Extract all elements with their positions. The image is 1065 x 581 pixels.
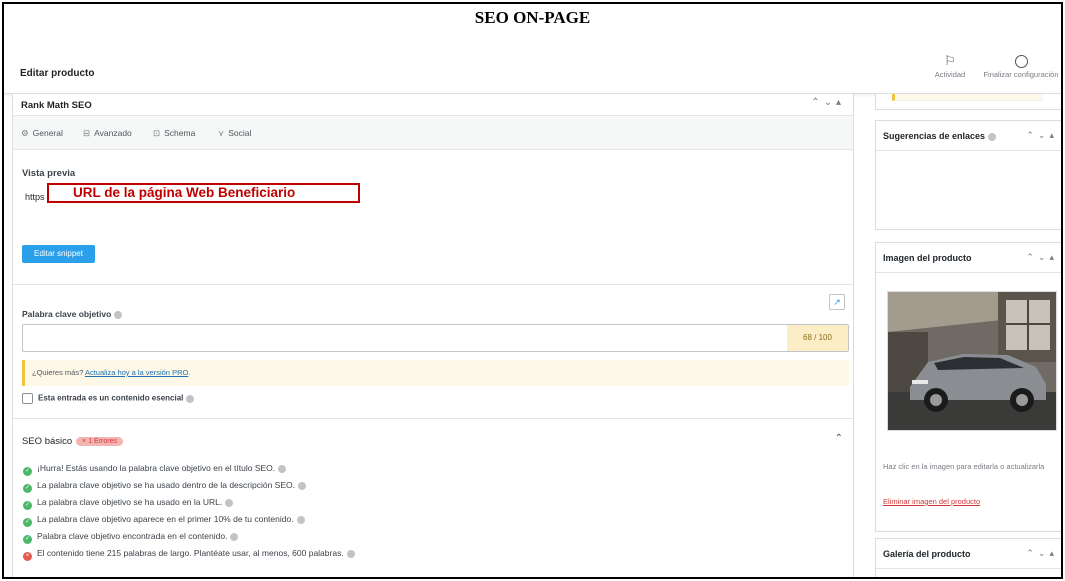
check-item: ✓ La palabra clave objetivo se ha usado e… xyxy=(23,497,355,514)
toggle-panel-icon[interactable]: ▴ xyxy=(836,97,845,108)
collapse-icon[interactable]: ⌃ xyxy=(835,433,843,444)
link-suggestions-title: Sugerencias de enlaces xyxy=(883,131,997,141)
finish-setup-label: Finalizar configuración xyxy=(983,70,1059,79)
link-suggestions-box: Sugerencias de enlaces ⌃⌄▴ xyxy=(875,120,1061,230)
box-controls[interactable]: ⌃⌄▴ xyxy=(1026,548,1058,559)
product-gallery-box: Galería del producto ⌃⌄▴ xyxy=(875,538,1061,577)
pillar-content-checkbox[interactable] xyxy=(22,393,33,404)
check-pass-icon: ✓ xyxy=(23,535,32,544)
metabox-tabs: ⚙ General ⊟ Avanzado ⊡ Schema ⋎ Social xyxy=(13,116,853,150)
move-up-icon[interactable]: ⌃ xyxy=(811,97,823,108)
move-down-icon[interactable]: ⌄ xyxy=(824,97,836,108)
check-pass-icon: ✓ xyxy=(23,518,32,527)
check-item: ✓ Palabra clave objetivo encontrada en el… xyxy=(23,531,355,548)
tab-general[interactable]: ⚙ General xyxy=(21,128,63,139)
product-image[interactable] xyxy=(887,291,1057,431)
document-title: SEO ON-PAGE xyxy=(474,8,591,27)
box-controls[interactable]: ⌃⌄▴ xyxy=(1026,252,1058,263)
metabox-title: Rank Math SEO xyxy=(21,100,92,111)
help-icon[interactable] xyxy=(225,498,234,507)
gear-icon: ⚙ xyxy=(21,128,29,138)
publish-box-bottom xyxy=(875,94,1061,110)
page-title: Editar producto xyxy=(20,68,95,79)
edit-snippet-button[interactable]: Editar snippet xyxy=(22,245,95,263)
help-icon[interactable] xyxy=(114,310,123,319)
check-pass-icon: ✓ xyxy=(23,484,32,493)
check-pass-icon: ✓ xyxy=(23,467,32,476)
activity-label: Actividad xyxy=(934,70,966,79)
social-icon: ⋎ xyxy=(218,128,225,138)
box-controls[interactable]: ⌃⌄▴ xyxy=(1026,130,1058,141)
focus-keyword-input[interactable]: 68 / 100 xyxy=(22,324,849,352)
pillar-content-option[interactable]: Esta entrada es un contenido esencial xyxy=(22,393,195,404)
tab-schema[interactable]: ⊡ Schema xyxy=(153,128,195,139)
check-item: ✓ La palabra clave objetivo se ha usado d… xyxy=(23,480,355,497)
focus-keyword-label: Palabra clave objetivo xyxy=(22,309,123,319)
help-icon[interactable] xyxy=(296,515,305,524)
seo-checks-list: ✓ ¡Hurra! Estás usando la palabra clave o… xyxy=(23,463,355,565)
metabox-controls[interactable]: ⌃⌄▴ xyxy=(811,97,845,108)
basic-seo-header[interactable]: SEO básico × 1 Errores xyxy=(22,436,123,447)
divider xyxy=(13,284,853,285)
help-icon[interactable] xyxy=(346,549,355,558)
activity-button[interactable]: ⚐ Actividad xyxy=(920,52,980,79)
errors-badge: × 1 Errores xyxy=(76,437,123,446)
check-fail-icon: × xyxy=(23,552,32,561)
product-gallery-title: Galería del producto xyxy=(883,549,971,559)
help-icon[interactable] xyxy=(186,394,195,403)
finish-setup-button[interactable]: Finalizar configuración xyxy=(976,52,1061,79)
metabox-header: Rank Math SEO ⌃⌄▴ xyxy=(13,94,853,116)
screenshot-frame: SEO ON-PAGE Editar producto ⚐ Actividad … xyxy=(2,2,1063,579)
check-item: ✓ ¡Hurra! Estás usando la palabra clave o… xyxy=(23,463,355,480)
preview-url-prefix: https xyxy=(25,192,45,202)
product-image-title: Imagen del producto xyxy=(883,253,972,263)
help-icon[interactable] xyxy=(278,464,287,473)
preview-label: Vista previa xyxy=(22,168,76,179)
remove-product-image-link[interactable]: Eliminar imagen del producto xyxy=(883,497,980,506)
check-item: × El contenido tiene 215 palabras de larg… xyxy=(23,548,355,565)
url-annotation-box: URL de la página Web Beneficiario xyxy=(47,183,360,203)
circle-progress-icon xyxy=(976,52,1061,70)
help-icon[interactable] xyxy=(298,481,306,490)
trends-icon[interactable]: ↗ xyxy=(829,294,845,310)
flag-icon: ⚐ xyxy=(944,53,956,68)
tab-advanced[interactable]: ⊟ Avanzado xyxy=(83,128,132,139)
pro-upgrade-notice: ¿Quieres más? Actualiza hoy a la versión… xyxy=(22,360,849,386)
check-pass-icon: ✓ xyxy=(23,501,32,510)
admin-topbar: Editar producto ⚐ Actividad Finalizar co… xyxy=(4,48,1061,94)
help-icon[interactable] xyxy=(230,532,239,541)
sidebar: Sugerencias de enlaces ⌃⌄▴ Imagen del pr… xyxy=(861,94,1061,577)
rank-math-metabox: Rank Math SEO ⌃⌄▴ ⚙ General ⊟ Avanzado ⊡ Sc… xyxy=(12,94,854,577)
upgrade-pro-link[interactable]: Actualiza hoy a la versión PRO xyxy=(85,368,188,377)
check-item: ✓ La palabra clave objetivo aparece en el… xyxy=(23,514,355,531)
seo-score-badge: 68 / 100 xyxy=(787,325,848,351)
toolbox-icon: ⊟ xyxy=(83,128,91,138)
tab-social[interactable]: ⋎ Social xyxy=(218,128,251,139)
image-help-text: Haz clic en la imagen para editarla o ac… xyxy=(883,462,1045,471)
divider xyxy=(13,418,853,419)
help-icon[interactable] xyxy=(988,132,997,141)
product-image-box: Imagen del producto ⌃⌄▴ Haz clic en la i… xyxy=(875,242,1061,532)
cart-icon: ⊡ xyxy=(153,128,161,138)
